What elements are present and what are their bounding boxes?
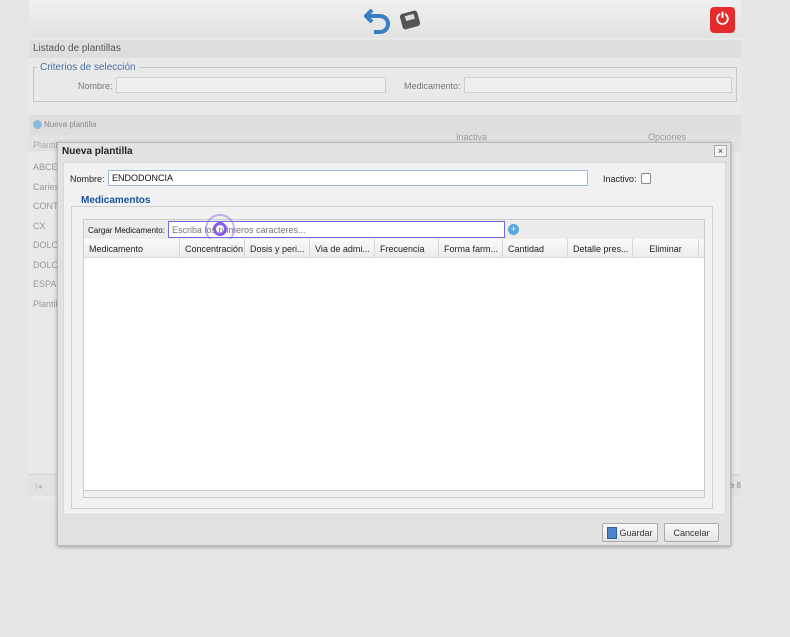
save-button[interactable]: Guardar xyxy=(602,523,658,542)
col-eliminar[interactable]: Eliminar xyxy=(633,239,699,258)
cargar-label: Cargar Medicamento: xyxy=(88,226,165,235)
col-dosis[interactable]: Dosis y peri... xyxy=(245,239,310,258)
col-via[interactable]: Via de admi... xyxy=(310,239,375,258)
undo-arrow-icon[interactable] xyxy=(364,6,394,34)
col-concentracion[interactable]: Concentración xyxy=(180,239,245,258)
grid-footer xyxy=(84,490,704,497)
col-inactiva: Inactiva xyxy=(456,132,488,142)
col-frecuencia[interactable]: Frecuencia xyxy=(375,239,439,258)
save-label: Guardar xyxy=(619,527,653,538)
list-title: Listado de plantillas xyxy=(29,40,741,58)
home-device-icon[interactable] xyxy=(397,6,423,32)
col-cantidad[interactable]: Cantidad xyxy=(503,239,568,258)
criteria-legend: Criterios de selección xyxy=(37,62,139,73)
new-template-button[interactable]: Nueva plantilla xyxy=(33,120,96,129)
close-icon[interactable]: × xyxy=(714,145,727,157)
nombre-label: Nombre: xyxy=(70,174,105,184)
medicamentos-grid: Cargar Medicamento: + Medicamento Concen… xyxy=(83,214,705,498)
add-icon xyxy=(33,120,42,129)
add-medicamento-icon[interactable]: + xyxy=(508,224,519,235)
new-template-dialog: Nueva plantilla × Nombre: ENDODONCIA Ina… xyxy=(57,142,731,546)
new-template-label: Nueva plantilla xyxy=(44,120,97,129)
inactivo-label: Inactivo: xyxy=(603,174,637,184)
nombre-filter-input[interactable] xyxy=(116,77,386,93)
col-forma[interactable]: Forma farm... xyxy=(439,239,503,258)
medicamento-filter-label: Medicamento: xyxy=(404,81,461,91)
col-medicamento[interactable]: Medicamento xyxy=(84,239,180,258)
top-bar: ⏻ xyxy=(29,0,741,38)
first-page-icon[interactable]: |◂ xyxy=(35,481,42,492)
power-icon[interactable]: ⏻ xyxy=(710,7,735,33)
click-indicator xyxy=(213,222,227,236)
nombre-input[interactable]: ENDODONCIA xyxy=(108,170,588,186)
col-opciones: Opciones xyxy=(648,132,687,142)
cancel-button[interactable]: Cancelar xyxy=(664,523,719,542)
medicamentos-legend: Medicamentos xyxy=(78,195,154,206)
floppy-disk-icon xyxy=(607,526,618,539)
medicamento-filter-input[interactable] xyxy=(464,77,732,93)
col-detalle[interactable]: Detalle pres... xyxy=(568,239,633,258)
dialog-title: Nueva plantilla xyxy=(62,146,133,157)
grid-header: Medicamento Concentración Dosis y peri..… xyxy=(84,239,704,258)
nombre-filter-label: Nombre: xyxy=(78,81,113,91)
inactivo-checkbox[interactable] xyxy=(641,173,651,184)
